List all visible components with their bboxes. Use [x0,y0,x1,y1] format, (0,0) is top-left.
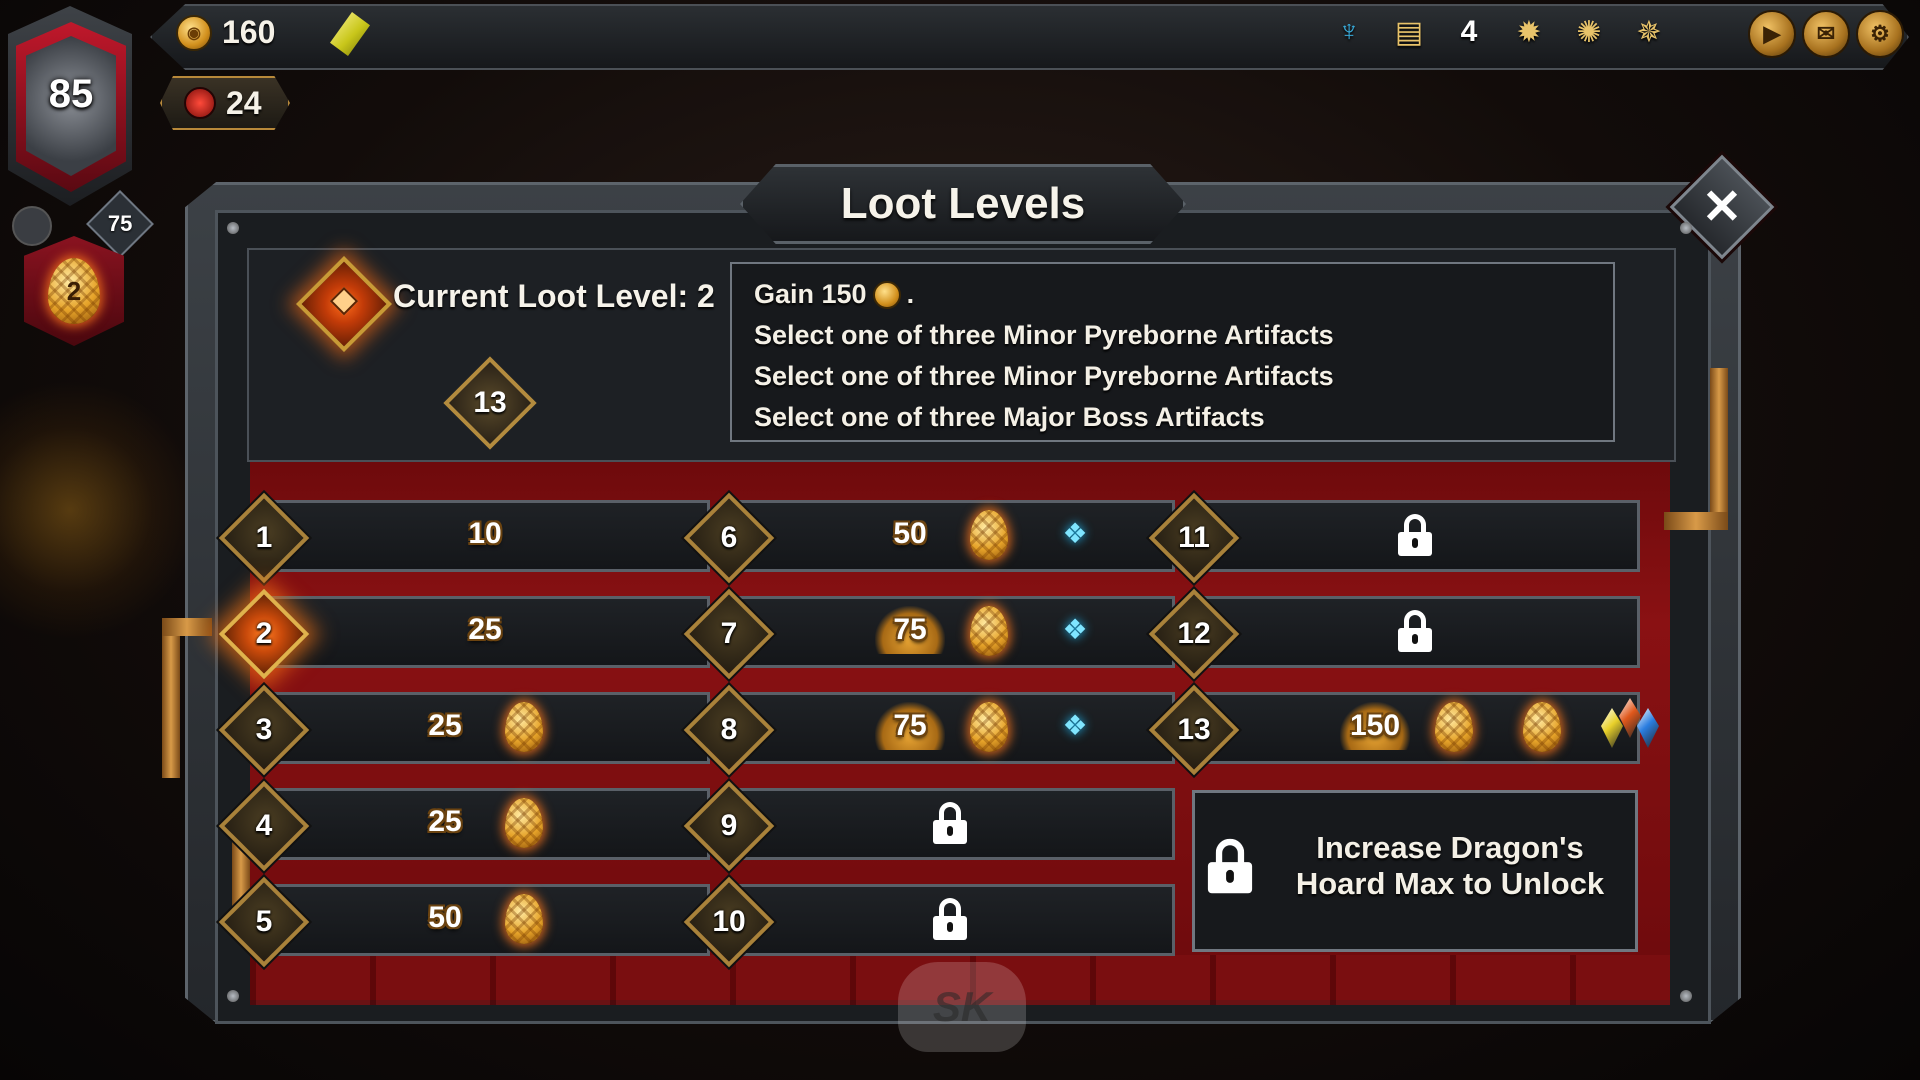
desc-gain-line: Gain 150 . [754,274,1591,315]
rivet [1680,990,1692,1002]
hero-level: 85 [48,72,94,116]
pipe-right-elbow [1664,512,1728,530]
modal-title: Loot Levels [840,179,1086,228]
play-icon: ▶ [1763,21,1781,46]
lock-icon [933,898,967,940]
current-loot-level-label: Current Loot Level: 2 [393,278,715,314]
map-book-icon[interactable]: ▤ [1385,8,1433,56]
gold-reward-value: 50 [893,517,927,550]
egg-counter-badge[interactable]: 2 [24,236,124,346]
max-level-value: 13 [473,386,507,419]
rage-amount: 24 [226,84,262,121]
sun-sigil-icon[interactable]: ✹ [1505,8,1553,56]
loot-level-row[interactable] [260,884,710,956]
level-number: 7 [720,617,738,650]
dragon-egg-icon: 2 [48,258,100,324]
loot-level-row[interactable] [725,596,1175,668]
desc-gain-prefix: Gain 150 [754,279,867,309]
rage-orb-icon [184,87,216,119]
tower-count: 4 [1460,15,1478,48]
egg-count: 2 [66,275,82,306]
level-number: 2 [255,617,273,650]
gold-counter: ◉ 160 [176,14,275,51]
sun-crest-icon[interactable]: ✺ [1565,8,1613,56]
gold-reward-value: 25 [428,709,462,742]
loot-level-row[interactable] [260,788,710,860]
desc-line-3: Select one of three Minor Pyreborne Arti… [754,361,1334,391]
trident-icon[interactable]: ♆ [1325,8,1373,56]
title-plate: Loot Levels [740,164,1186,244]
level-number: 4 [255,809,273,842]
desc-gain-suffix: . [906,279,915,309]
gold-reward-value: 10 [468,517,502,550]
desc-line-2: Select one of three Minor Pyreborne Arti… [754,320,1334,350]
level-number: 5 [255,905,273,938]
lock-icon [1398,610,1432,652]
rivet [227,990,239,1002]
level-number: 6 [720,521,738,554]
hud-icon-row: ♆ ▤ 4 ✹ ✺ ✵ [1325,8,1673,56]
level-number: 11 [1178,521,1210,554]
level-number: 8 [720,713,738,746]
play-button[interactable]: ▶ [1748,10,1796,58]
loot-level-row[interactable] [260,692,710,764]
level-number: 9 [720,809,738,842]
close-icon: ✕ [1701,181,1743,234]
level-number: 13 [1177,713,1211,746]
level-number: 10 [712,905,746,938]
gold-reward-value: 75 [875,606,945,654]
gold-reward-value: 25 [468,613,502,646]
scroll-icon: ✉ [1816,21,1836,46]
level-number: 1 [255,521,273,554]
loot-level-row[interactable] [1190,692,1640,764]
rivet [227,222,239,234]
treasure-chest-icon: ❖ [1062,517,1088,549]
rage-counter: 24 [160,76,290,130]
loot-level-row[interactable] [725,692,1175,764]
spider-sigil-icon[interactable]: ✵ [1625,8,1673,56]
level-number: 3 [255,713,273,746]
watermark-text: SK [932,983,992,1030]
hero-sub-value: 75 [107,210,133,236]
background-glow [0,380,200,640]
gold-reward-value: 75 [875,702,945,750]
gold-reward-value: 25 [428,805,462,838]
reward-description: Gain 150 . Select one of three Minor Pyr… [730,262,1615,442]
gold-amount: 160 [222,14,276,50]
desc-line-4: Select one of three Major Boss Artifacts [754,402,1265,432]
level-number: 12 [1177,617,1211,650]
treasure-chest-icon: ❖ [1062,709,1088,741]
pipe-left [162,628,180,778]
artifact-gems-icon [1601,698,1671,758]
quest-scroll-button[interactable]: ✉ [1802,10,1850,58]
gem-icon [1601,708,1623,748]
watermark-logo: SK [898,962,1026,1052]
gear-icon: ⚙ [1870,21,1890,46]
gem-icon [1619,698,1641,738]
gold-reward-value: 150 [1340,702,1410,750]
lock-icon [933,802,967,844]
unlock-hint-text: Increase Dragon's Hoard Max to Unlock [1295,830,1605,901]
rivet [1680,222,1692,234]
pipe-right [1710,368,1728,528]
color-orbs-icon [12,206,52,246]
gem-icon [1637,708,1659,748]
treasure-chest-icon: ❖ [1062,613,1088,645]
gold-coin-icon [872,280,901,309]
tower-icon[interactable]: 4 [1445,8,1493,56]
lock-icon [1207,838,1253,894]
settings-button[interactable]: ⚙ [1856,10,1904,58]
gold-reward-value: 50 [428,901,462,934]
loot-level-row[interactable] [725,500,1175,572]
lock-icon [1398,514,1432,556]
gold-coin-icon: ◉ [176,14,212,51]
pipe-left-elbow [162,618,212,636]
